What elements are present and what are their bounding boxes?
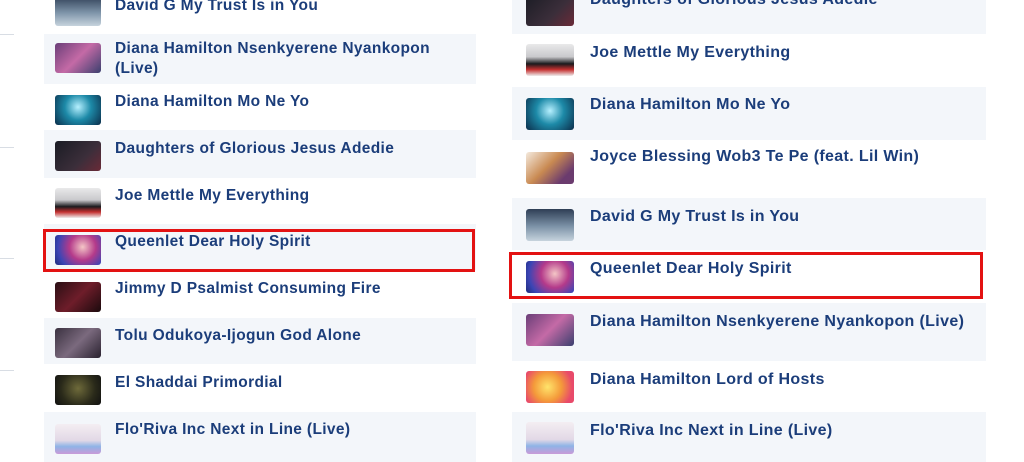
list-item[interactable]: El Shaddai Primordial — [44, 364, 476, 412]
album-art — [526, 152, 574, 184]
song-title[interactable]: Diana Hamilton Nsenkyerene Nyankopon (Li… — [115, 39, 468, 79]
song-title[interactable]: Diana Hamilton Lord of Hosts — [590, 370, 978, 390]
list-item[interactable]: Joe Mettle My Everything — [44, 178, 476, 224]
album-art — [55, 424, 101, 454]
album-art — [526, 0, 574, 26]
album-art — [55, 328, 101, 358]
album-art — [526, 44, 574, 76]
list-item[interactable]: Tolu Odukoya-Ijogun God Alone — [44, 318, 476, 364]
divider — [0, 370, 14, 371]
album-art — [55, 235, 101, 265]
album-art — [55, 141, 101, 171]
divider — [0, 34, 14, 35]
song-title[interactable]: Joyce Blessing Wob3 Te Pe (feat. Lil Win… — [590, 147, 978, 167]
song-title[interactable]: Diana Hamilton Mo Ne Yo — [115, 92, 468, 112]
album-art — [55, 282, 101, 312]
song-title[interactable]: Joe Mettle My Everything — [590, 43, 978, 63]
song-title[interactable]: Joe Mettle My Everything — [115, 186, 468, 206]
list-item[interactable]: Queenlet Dear Holy Spirit — [512, 250, 986, 303]
album-art — [55, 95, 101, 125]
list-item[interactable]: Diana Hamilton Nsenkyerene Nyankopon (Li… — [44, 34, 476, 84]
list-item[interactable]: Flo'Riva Inc Next in Line (Live) — [512, 412, 986, 462]
song-title[interactable]: David G My Trust Is in You — [115, 0, 468, 16]
album-art — [526, 314, 574, 346]
song-title[interactable]: David G My Trust Is in You — [590, 207, 978, 227]
song-title[interactable]: Daughters of Glorious Jesus Adedie — [590, 0, 978, 10]
song-title[interactable]: Daughters of Glorious Jesus Adedie — [115, 139, 468, 159]
song-title[interactable]: Queenlet Dear Holy Spirit — [115, 232, 468, 252]
list-item[interactable]: David G My Trust Is in You — [44, 0, 476, 34]
list-item[interactable]: Diana Hamilton Mo Ne Yo — [512, 87, 986, 140]
song-title[interactable]: Queenlet Dear Holy Spirit — [590, 259, 978, 279]
album-art — [526, 261, 574, 293]
list-item[interactable]: Jimmy D Psalmist Consuming Fire — [44, 270, 476, 318]
song-title[interactable]: Tolu Odukoya-Ijogun God Alone — [115, 326, 468, 346]
album-art — [55, 0, 101, 26]
song-title[interactable]: Diana Hamilton Mo Ne Yo — [590, 95, 978, 115]
song-title[interactable]: Jimmy D Psalmist Consuming Fire — [115, 279, 468, 299]
list-item[interactable]: Queenlet Dear Holy Spirit — [44, 224, 476, 270]
song-title[interactable]: Flo'Riva Inc Next in Line (Live) — [115, 420, 468, 440]
song-title[interactable]: Diana Hamilton Nsenkyerene Nyankopon (Li… — [590, 312, 978, 332]
list-item[interactable]: Diana Hamilton Nsenkyerene Nyankopon (Li… — [512, 303, 986, 361]
list-item[interactable]: David G My Trust Is in You — [512, 198, 986, 250]
song-title[interactable]: Flo'Riva Inc Next in Line (Live) — [590, 421, 978, 441]
album-art — [526, 422, 574, 454]
divider — [0, 258, 14, 259]
album-art — [526, 98, 574, 130]
album-art — [55, 375, 101, 405]
song-title[interactable]: El Shaddai Primordial — [115, 373, 468, 393]
list-item[interactable]: Diana Hamilton Lord of Hosts — [512, 361, 986, 412]
album-art — [526, 209, 574, 241]
album-art — [55, 43, 101, 73]
divider — [0, 147, 14, 148]
album-art — [55, 188, 101, 218]
list-item[interactable]: Joe Mettle My Everything — [512, 34, 986, 87]
list-item[interactable]: Joyce Blessing Wob3 Te Pe (feat. Lil Win… — [512, 140, 986, 198]
list-item[interactable]: Daughters of Glorious Jesus Adedie — [44, 130, 476, 178]
list-item[interactable]: Daughters of Glorious Jesus Adedie — [512, 0, 986, 34]
list-item[interactable]: Diana Hamilton Mo Ne Yo — [44, 84, 476, 130]
album-art — [526, 371, 574, 403]
list-item[interactable]: Flo'Riva Inc Next in Line (Live) — [44, 412, 476, 462]
